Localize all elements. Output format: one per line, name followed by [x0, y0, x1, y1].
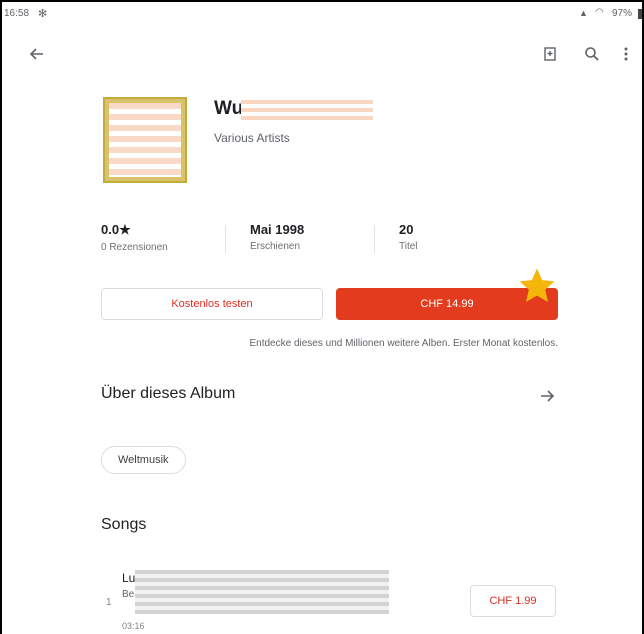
free-trial-button[interactable]: Kostenlos testen: [101, 288, 323, 320]
wifi-icon: ◠: [595, 7, 604, 18]
album-artist[interactable]: Various Artists: [214, 131, 290, 145]
song-duration: 03:16: [122, 621, 145, 631]
song-title: Lu: [122, 571, 136, 585]
album-title: Wu: [214, 98, 244, 119]
stat-divider: [374, 225, 375, 253]
status-time: 16:58: [4, 8, 30, 19]
album-cover-redacted: [109, 103, 181, 177]
promo-text: Entdecke dieses und Millionen weitere Al…: [249, 338, 558, 349]
stat-rating-label: 0 Rezensionen: [101, 242, 168, 253]
genre-chip[interactable]: Weltmusik: [101, 446, 186, 474]
song-info-redacted: [135, 570, 389, 614]
battery-percent: 97%: [612, 8, 633, 19]
song-number: 1: [106, 597, 112, 608]
snowflake-icon: ✻: [38, 8, 48, 20]
back-arrow-icon[interactable]: [24, 42, 48, 66]
signal-icon: ▲: [579, 8, 588, 18]
star-icon: [517, 266, 557, 311]
more-vert-icon[interactable]: [614, 42, 638, 66]
stat-release: Mai 1998 Erschienen: [250, 222, 304, 252]
stat-tracks-value: 20: [399, 222, 414, 237]
stat-rating: 0.0★ 0 Rezensionen: [101, 222, 168, 253]
about-heading: Über dieses Album: [101, 385, 236, 402]
bookmark-add-icon[interactable]: [538, 42, 562, 66]
album-title-redacted: [241, 100, 373, 120]
battery-icon: [638, 9, 642, 19]
stat-rating-value: 0.0★: [101, 222, 131, 237]
stat-divider: [225, 225, 226, 253]
stat-release-value: Mai 1998: [250, 222, 305, 237]
arrow-forward-icon[interactable]: [536, 384, 560, 408]
song-artist: Be: [122, 589, 135, 600]
album-cover: [103, 97, 187, 183]
app-screen: 16:58 ✻ ▲ ◠ 97% Wu Various Artists 0.0★ …: [2, 2, 642, 634]
search-icon[interactable]: [580, 42, 604, 66]
songs-heading: Songs: [101, 516, 147, 533]
stat-tracks-label: Titel: [399, 241, 418, 252]
stat-tracks: 20 Titel: [399, 222, 418, 252]
buy-song-button[interactable]: CHF 1.99: [470, 585, 556, 617]
stat-release-label: Erschienen: [250, 241, 301, 252]
